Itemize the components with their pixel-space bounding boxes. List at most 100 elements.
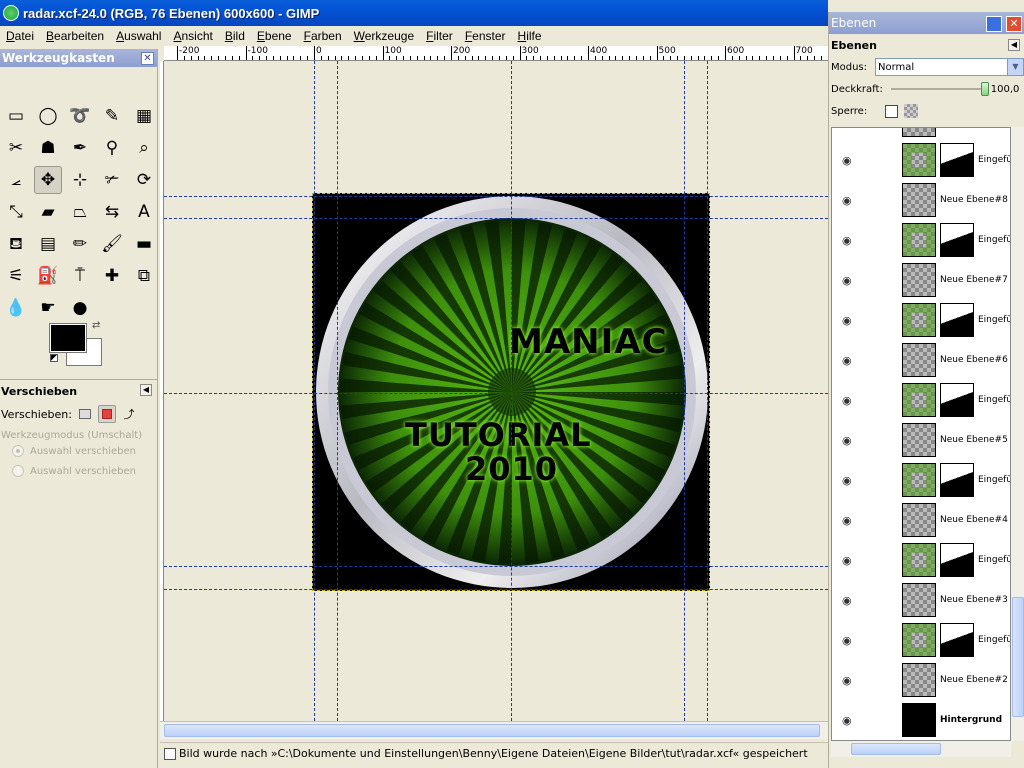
- menu-bearbeiten[interactable]: Bearbeiten: [40, 29, 110, 43]
- eye-icon[interactable]: ◉: [842, 554, 858, 567]
- layer-row[interactable]: ◉ Eingefü: [832, 140, 1010, 180]
- layer-row[interactable]: ◉ Neue Ebene#3: [832, 580, 1010, 620]
- guide-horizontal[interactable]: [164, 566, 828, 567]
- opacity-value[interactable]: 100,0: [991, 84, 1024, 95]
- tool-button-blur[interactable]: 💧: [0, 292, 32, 324]
- window-title-bar[interactable]: radar.xcf-24.0 (RGB, 76 Ebenen) 600x600 …: [0, 0, 828, 26]
- tool-options-menu-button[interactable]: ◀: [140, 384, 152, 396]
- tool-button-free-select[interactable]: ➰: [64, 100, 96, 132]
- tool-button-foreground-select[interactable]: ☗: [32, 132, 64, 164]
- eye-icon[interactable]: ◉: [842, 434, 858, 447]
- guide-vertical[interactable]: [314, 61, 315, 721]
- tool-button-bucket-fill[interactable]: ⛾: [0, 228, 32, 260]
- layer-thumbnail[interactable]: [902, 223, 936, 257]
- tool-button-align[interactable]: ⊹: [64, 164, 96, 196]
- tool-button-perspective[interactable]: ⏢: [64, 196, 96, 228]
- eye-icon[interactable]: ◉: [842, 154, 858, 167]
- guide-horizontal[interactable]: [164, 589, 828, 590]
- tool-button-smudge[interactable]: ☛: [32, 292, 64, 324]
- layer-name[interactable]: Neue Ebene#3: [940, 595, 1008, 605]
- tool-button-paths[interactable]: ✒: [64, 132, 96, 164]
- tool-button-scissors[interactable]: ✂: [0, 132, 32, 164]
- layer-name[interactable]: Neue Ebene#5: [940, 435, 1008, 445]
- layer-mask-thumbnail[interactable]: [940, 623, 974, 657]
- canvas-scroll-thumb[interactable]: [164, 724, 820, 737]
- menu-farben[interactable]: Farben: [298, 29, 348, 43]
- guide-vertical[interactable]: [707, 61, 708, 721]
- option-radio-row[interactable]: Auswahl verschieben: [0, 461, 158, 481]
- option-radio-row[interactable]: Auswahl verschieben: [0, 441, 158, 461]
- tool-button-fuzzy-select[interactable]: ✎: [96, 100, 128, 132]
- tool-button-ink[interactable]: ⛽: [32, 260, 64, 292]
- layer-row-partial[interactable]: 👁: [832, 128, 1010, 140]
- status-icon[interactable]: [164, 747, 176, 760]
- tool-button-paintbrush[interactable]: 🖌: [96, 228, 128, 260]
- tool-button-rotate[interactable]: ⟳: [128, 164, 160, 196]
- guide-vertical[interactable]: [337, 61, 338, 721]
- layer-row[interactable]: ◉ Eingefü: [832, 300, 1010, 340]
- tool-button-ellipse-select[interactable]: ◯: [32, 100, 64, 132]
- tool-button-pencil[interactable]: ✏: [64, 228, 96, 260]
- guide-horizontal[interactable]: [164, 393, 828, 394]
- menu-werkzeuge[interactable]: Werkzeuge: [348, 29, 420, 43]
- dock-minimize-button[interactable]: [986, 16, 1002, 32]
- tool-button-shear[interactable]: ▰: [32, 196, 64, 228]
- tool-button-scale[interactable]: ⤡: [0, 196, 32, 228]
- layer-name[interactable]: Neue Ebene#4: [940, 515, 1008, 525]
- layer-name[interactable]: Neue Ebene#7: [940, 275, 1008, 285]
- layer-name[interactable]: Eingefü: [978, 635, 1010, 645]
- mode-select[interactable]: Normal ▼: [875, 58, 1024, 76]
- horizontal-ruler[interactable]: -200 -100 0 100 200 300 400 500 600 700: [164, 46, 828, 61]
- layer-row[interactable]: ◉ Hintergrund: [832, 700, 1010, 740]
- layer-row[interactable]: ◉ Neue Ebene#8: [832, 180, 1010, 220]
- tool-button-zoom[interactable]: ⌕: [128, 132, 160, 164]
- canvas-area[interactable]: MANIAC TUTORIAL 2010: [164, 61, 828, 721]
- layers-menu-button[interactable]: ◀: [1008, 39, 1020, 51]
- layer-mask-thumbnail[interactable]: [940, 463, 974, 497]
- tool-button-crop[interactable]: ✃: [96, 164, 128, 196]
- layer-name[interactable]: Eingefü: [978, 155, 1010, 165]
- eye-icon[interactable]: ◉: [842, 274, 858, 287]
- menu-hilfe[interactable]: Hilfe: [512, 29, 548, 43]
- layer-list-horizontal-scrollbar[interactable]: [831, 741, 1011, 757]
- layer-thumbnail[interactable]: [902, 663, 936, 697]
- layer-thumbnail[interactable]: [902, 463, 936, 497]
- tool-button-move[interactable]: ✥: [34, 166, 62, 194]
- layer-name[interactable]: Eingefü: [978, 555, 1010, 565]
- tool-button-perspective-clone[interactable]: ⧉: [128, 260, 160, 292]
- foreground-color-swatch[interactable]: [50, 324, 86, 352]
- dock-close-button[interactable]: ✕: [1006, 16, 1022, 32]
- layer-list-vertical-scrollbar[interactable]: [1011, 127, 1024, 741]
- eye-icon[interactable]: ◉: [842, 234, 858, 247]
- layer-row[interactable]: ◉ Neue Ebene#6: [832, 340, 1010, 380]
- layer-thumbnail[interactable]: [902, 303, 936, 337]
- layer-thumbnail[interactable]: [902, 583, 936, 617]
- swap-colors-icon[interactable]: ⇄: [92, 320, 100, 331]
- lock-pixels-checkbox[interactable]: [885, 104, 899, 118]
- guide-vertical[interactable]: [684, 61, 685, 721]
- eye-icon[interactable]: ◉: [842, 354, 858, 367]
- layer-thumbnail[interactable]: [902, 183, 936, 217]
- eye-icon[interactable]: ◉: [842, 194, 858, 207]
- option-radio[interactable]: [12, 445, 24, 457]
- menu-filter[interactable]: Filter: [420, 29, 459, 43]
- gimp-app-icon[interactable]: [3, 5, 19, 21]
- eye-icon[interactable]: ◉: [842, 394, 858, 407]
- guide-vertical[interactable]: [511, 61, 512, 721]
- layer-name[interactable]: Neue Ebene#6: [940, 355, 1008, 365]
- tool-button-flip[interactable]: ⇆: [96, 196, 128, 228]
- eye-icon[interactable]: ◉: [842, 514, 858, 527]
- layer-row[interactable]: ◉ Eingefü: [832, 460, 1010, 500]
- layer-thumbnail[interactable]: [902, 703, 936, 737]
- layer-mask-thumbnail[interactable]: [940, 383, 974, 417]
- layer-thumbnail[interactable]: [902, 263, 936, 297]
- layer-row[interactable]: ◉ Eingefü: [832, 620, 1010, 660]
- layer-row[interactable]: ◉ Eingefü: [832, 380, 1010, 420]
- menu-datei[interactable]: Datei: [0, 29, 40, 43]
- layer-row[interactable]: ◉ Neue Ebene#2: [832, 660, 1010, 700]
- layer-thumbnail[interactable]: [902, 623, 936, 657]
- toolbox-title-bar[interactable]: Werkzeugkasten: [0, 49, 157, 67]
- layer-list-hscroll-thumb[interactable]: [851, 743, 941, 755]
- layer-thumbnail[interactable]: [902, 503, 936, 537]
- layer-mask-thumbnail[interactable]: [940, 223, 974, 257]
